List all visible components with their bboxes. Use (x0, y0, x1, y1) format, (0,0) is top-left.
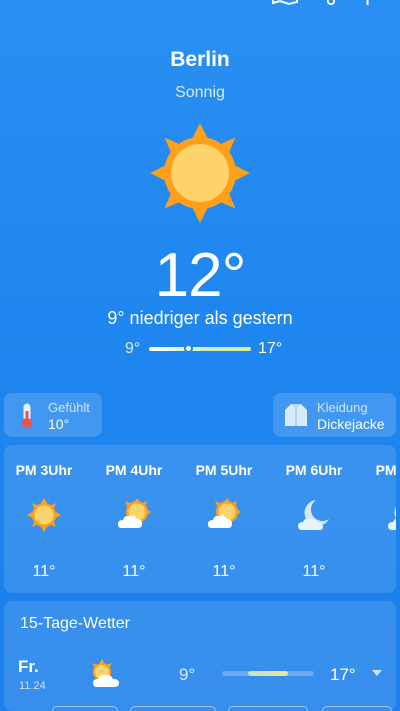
tab-indicator[interactable] (322, 706, 392, 711)
forecast-day: Fr. (18, 657, 39, 676)
jacket-icon (283, 402, 309, 433)
weather-condition: Sonnig (175, 84, 225, 101)
bottom-tab-strip (0, 706, 400, 711)
range-high: 17° (258, 340, 283, 357)
range-current-marker (184, 344, 193, 353)
range-low: 9° (125, 340, 141, 357)
city-name[interactable]: Berlin (0, 48, 400, 72)
sunny-icon (27, 498, 61, 532)
hourly-item[interactable]: PM 7Uhr (364, 445, 396, 593)
hourly-item[interactable]: PM 3Uhr 11° (4, 445, 84, 593)
more-icon[interactable] (366, 0, 369, 5)
current-temperature: 12° (154, 241, 247, 310)
hour-temperature: 11° (212, 563, 236, 580)
hourly-item[interactable]: PM 5Uhr 11° (184, 445, 264, 593)
hour-time: PM 7Uhr (375, 462, 396, 478)
top-bar (0, 0, 400, 14)
forecast-high: 17° (330, 665, 356, 684)
fifteen-day-forecast[interactable]: 15-Tage-Wetter Fr. 11.24 9° 17° (4, 601, 396, 711)
forecast-low: 9° (179, 665, 196, 684)
hour-time: PM 5Uhr (195, 462, 253, 478)
hour-temperature: 11° (302, 563, 326, 580)
partly-cloudy-icon (208, 498, 241, 528)
tab-indicator[interactable] (228, 706, 308, 711)
forecast-range-bar (222, 671, 314, 676)
hour-time: PM 3Uhr (15, 462, 73, 478)
hour-time: PM 6Uhr (285, 462, 343, 478)
moon-cloud-icon (388, 507, 396, 530)
map-icon[interactable] (272, 0, 298, 11)
temperature-comparison: 9° niedriger als gestern (107, 308, 293, 328)
partly-cloudy-icon (118, 498, 151, 528)
moon-cloud-icon (298, 500, 329, 530)
temperature-range: 9° 17° (0, 340, 400, 360)
hourly-item[interactable]: PM 4Uhr 11° (94, 445, 174, 593)
hourly-forecast[interactable]: PM 3Uhr 11° PM 4Uhr 11° PM 5Uhr 11° PM 6… (4, 445, 396, 593)
feels-like-value: 10° (48, 416, 70, 432)
hour-temperature: 11° (122, 563, 146, 580)
range-track (149, 347, 251, 351)
clothing-label: Kleidung (317, 400, 368, 415)
hour-temperature: 11° (32, 563, 56, 580)
hour-time: PM 4Uhr (105, 462, 163, 478)
location-icon[interactable] (326, 0, 336, 6)
tab-indicator[interactable] (52, 706, 118, 711)
thermometer-icon (20, 403, 34, 434)
feels-like-card[interactable]: Gefühlt 10° (4, 393, 102, 437)
tab-indicator[interactable] (130, 706, 216, 711)
forecast-day-row[interactable]: Fr. 11.24 9° 17° (4, 651, 396, 697)
hourly-item[interactable]: PM 6Uhr 11° (274, 445, 354, 593)
forecast-date: 11.24 (19, 680, 46, 692)
chevron-down-icon[interactable] (372, 670, 382, 676)
partly-cloudy-icon (92, 659, 119, 687)
clothing-card[interactable]: Kleidung Dickejacke (273, 393, 396, 437)
menu-icon[interactable] (20, 0, 42, 3)
feels-like-label: Gefühlt (48, 400, 90, 415)
forecast-title[interactable]: 15-Tage-Wetter (20, 615, 130, 633)
clothing-value: Dickejacke (317, 416, 385, 432)
sun-icon (150, 123, 250, 223)
